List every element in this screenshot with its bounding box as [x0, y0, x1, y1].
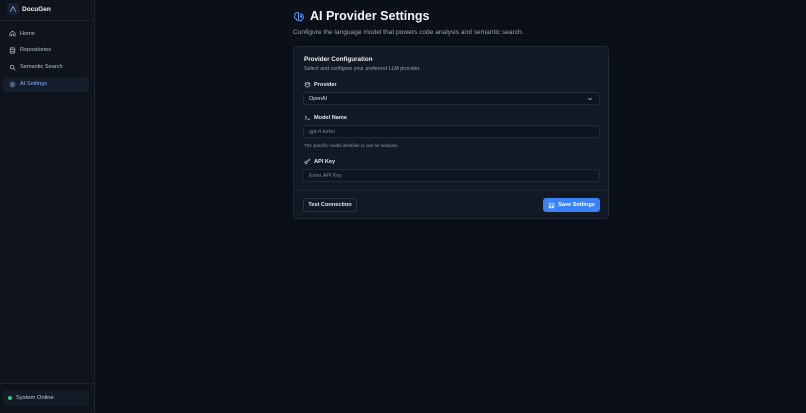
sidebar-item-semantic-search[interactable]: Semantic Search — [3, 60, 89, 75]
provider-config-card: Provider Configuration Select and config… — [293, 46, 610, 219]
cube-icon — [304, 81, 311, 88]
settings-icon — [8, 80, 16, 88]
model-name-value: gpt-4-turbo — [309, 128, 335, 135]
brand-logo-icon — [7, 3, 19, 15]
brand-title: DocuGen — [22, 5, 51, 13]
model-name-hint: The specific model identifier to use for… — [304, 143, 399, 148]
divider — [0, 383, 95, 384]
chevron-down-icon — [587, 96, 593, 102]
save-icon — [548, 202, 555, 209]
save-settings-label: Save Settings — [558, 202, 595, 208]
model-name-label: Model Name — [304, 114, 347, 121]
page-header: AI Provider Settings Configure the langu… — [293, 8, 524, 36]
provider-label: Provider — [304, 81, 337, 88]
brand[interactable]: DocuGen — [0, 0, 94, 18]
page-title: AI Provider Settings — [310, 9, 430, 23]
sidebar: DocuGen Home Repositories Semantic Searc… — [0, 0, 95, 413]
save-settings-button[interactable]: Save Settings — [543, 198, 600, 212]
api-key-placeholder: Enter API Key — [309, 172, 342, 179]
model-name-input[interactable]: gpt-4-turbo — [303, 125, 600, 138]
sidebar-item-home[interactable]: Home — [3, 26, 89, 41]
api-key-input[interactable]: Enter API Key — [303, 169, 600, 182]
test-connection-button[interactable]: Test Connection — [303, 198, 357, 212]
database-icon — [8, 46, 16, 54]
sidebar-item-label: Repositories — [20, 47, 52, 54]
system-status: System Online — [3, 390, 89, 406]
sidebar-nav: Home Repositories Semantic Search AI Set… — [3, 26, 89, 94]
sidebar-item-ai-settings[interactable]: AI Settings — [3, 76, 89, 92]
divider — [0, 20, 95, 21]
card-title: Provider Configuration — [304, 56, 373, 63]
card-description: Select and configure your preferred LLM … — [304, 65, 421, 72]
sidebar-item-label: AI Settings — [20, 81, 48, 88]
api-key-label: API Key — [304, 158, 335, 165]
status-dot-icon — [8, 396, 12, 400]
divider — [294, 190, 610, 191]
main-content: AI Provider Settings Configure the langu… — [95, 0, 806, 413]
brain-icon — [293, 10, 305, 22]
page-subtitle: Configure the language model that powers… — [293, 29, 524, 36]
key-icon — [304, 158, 311, 165]
home-icon — [8, 30, 16, 38]
sidebar-item-repositories[interactable]: Repositories — [3, 43, 89, 58]
provider-select[interactable]: OpenAI — [303, 92, 600, 105]
sidebar-item-label: Semantic Search — [20, 64, 63, 71]
status-label: System Online — [16, 395, 54, 401]
provider-select-value: OpenAI — [309, 95, 327, 102]
search-icon — [8, 63, 16, 71]
sidebar-item-label: Home — [20, 30, 35, 37]
terminal-icon — [304, 114, 311, 121]
